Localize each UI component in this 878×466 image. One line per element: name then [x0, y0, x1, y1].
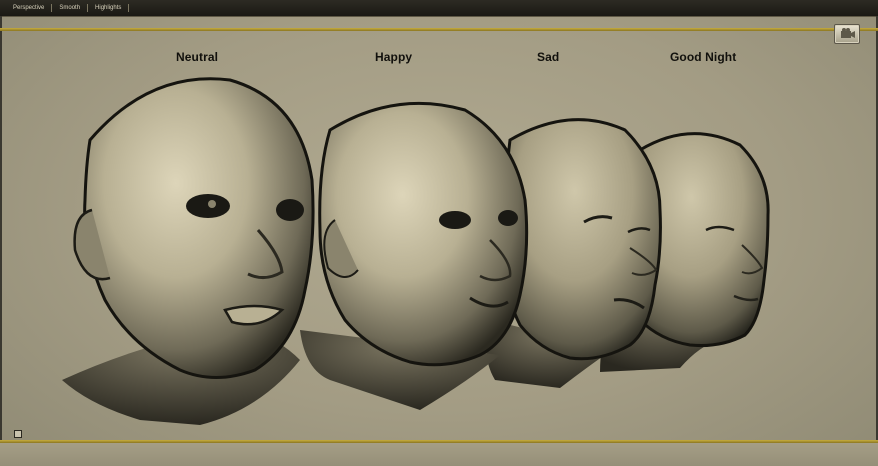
3d-viewport[interactable]: Perspective Smooth Highlights Neutral Ha…: [0, 0, 878, 466]
axis-icon[interactable]: [14, 430, 22, 438]
head-models-render: [62, 77, 770, 425]
head-neutral[interactable]: [62, 77, 315, 425]
